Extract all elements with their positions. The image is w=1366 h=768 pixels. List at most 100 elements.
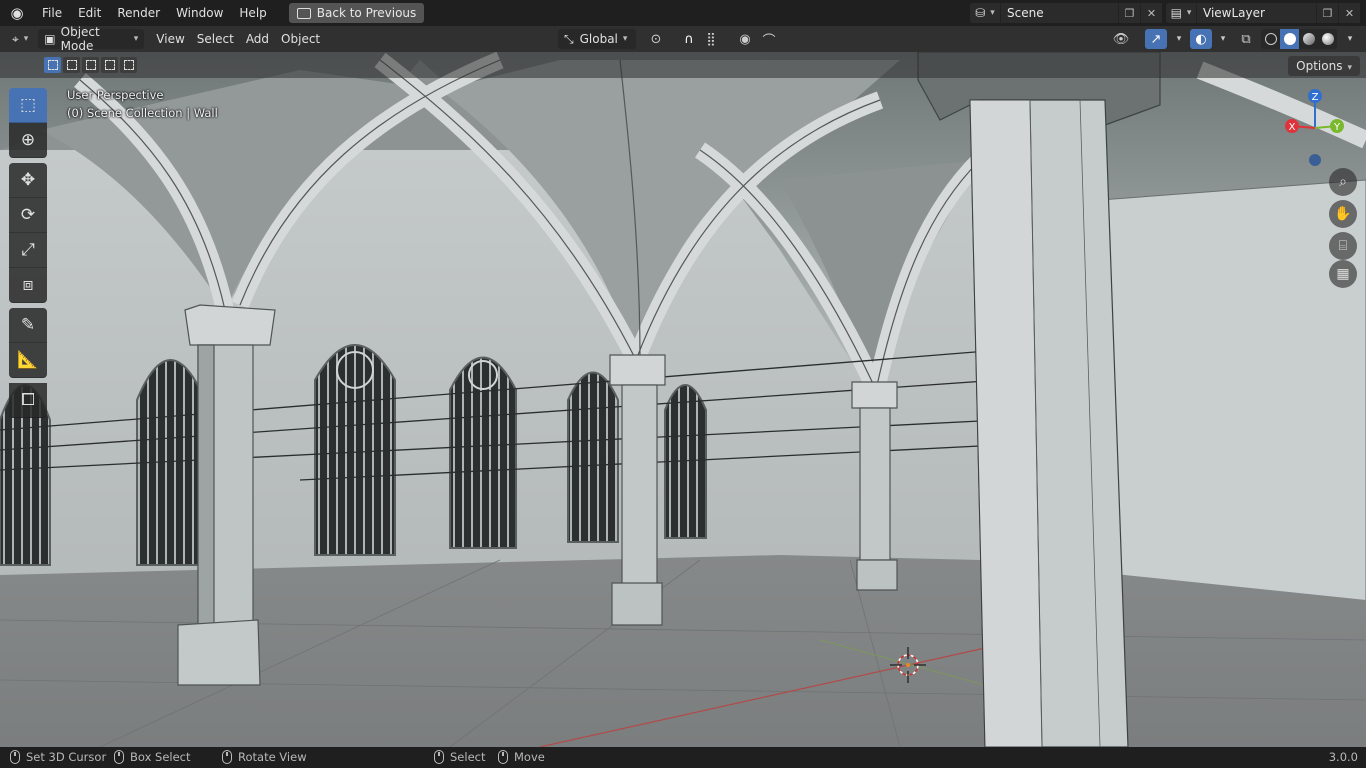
status-move-label: Move — [514, 750, 545, 764]
back-to-previous-label: Back to Previous — [316, 6, 417, 20]
select-subtract-button[interactable] — [82, 57, 99, 73]
mode-dropdown[interactable]: ▣ Object Mode ▾ — [38, 25, 145, 53]
select-new-icon — [47, 60, 58, 70]
mouse-drag-icon — [498, 750, 508, 764]
rendered-shading-button[interactable] — [1318, 29, 1337, 49]
rotate-tool[interactable]: ⟳ — [9, 198, 47, 233]
mouse-middle-icon — [222, 750, 232, 764]
top-menu-bar: ◉ File Edit Render Window Help Back to P… — [0, 0, 1366, 26]
status-move: Move — [498, 750, 545, 764]
magnet-icon: ∩ — [684, 31, 694, 47]
view-layer-icon: ▤ — [1170, 6, 1182, 20]
transform-icon: ⧈ — [22, 275, 34, 295]
camera-view-button[interactable]: ⌸ — [1329, 232, 1357, 260]
menu-edit[interactable]: Edit — [70, 0, 109, 26]
proportional-edit-toggle[interactable]: ◉ — [734, 29, 756, 49]
move-tool[interactable]: ✥ — [9, 163, 47, 198]
pivot-point-button[interactable]: ⊙ — [645, 29, 667, 49]
pivot-icon: ⊙ — [650, 31, 662, 47]
menu-file[interactable]: File — [34, 0, 70, 26]
gizmo-options[interactable]: ▾ — [1168, 29, 1190, 49]
cursor-tool[interactable]: ⊕ — [9, 123, 47, 158]
scene-selector: ⛁ ▾ Scene ❐ ✕ — [970, 3, 1162, 23]
orientation-icon: ⤡ — [564, 31, 574, 46]
chevron-down-icon: ▾ — [1176, 34, 1182, 44]
scene-new-button[interactable]: ❐ — [1118, 3, 1140, 23]
view-layer-delete-button[interactable]: ✕ — [1338, 3, 1360, 23]
select-box-icon: ⬚ — [19, 95, 37, 115]
select-intersect-button[interactable] — [120, 57, 137, 73]
select-box-tool[interactable]: ⬚ — [9, 88, 47, 123]
gizmo-z-label: Z — [1312, 92, 1319, 103]
visibility-button[interactable]: 👁 — [1110, 29, 1132, 49]
copy-icon: ❐ — [1322, 6, 1333, 20]
falloff-button[interactable]: ⌒ — [758, 29, 780, 49]
view-layer-browse-button[interactable]: ▤ ▾ — [1166, 3, 1196, 23]
gizmo-neg-z-axis[interactable] — [1309, 154, 1321, 166]
3d-viewport[interactable]: Options ▾ User Perspective (0) Scene Coll… — [0, 52, 1366, 747]
gizmo-icon: ↗ — [1150, 31, 1162, 47]
status-bar: Set 3D Cursor Box Select Rotate View Sel… — [0, 747, 1366, 768]
xray-toggle[interactable]: ⧉ — [1235, 29, 1257, 49]
menu-add[interactable]: Add — [240, 29, 275, 49]
menu-view[interactable]: View — [150, 29, 190, 49]
rotate-icon: ⟳ — [20, 205, 36, 225]
add-cube-tool[interactable]: ⧠ — [9, 383, 47, 418]
perspective-toggle-button[interactable]: ▦ — [1329, 260, 1357, 288]
navigation-gizmo[interactable]: Z X Y — [1282, 88, 1352, 168]
solid-shading-button[interactable] — [1280, 29, 1299, 49]
status-rotate-view: Rotate View — [222, 750, 307, 764]
snap-grid-icon: ⣿ — [706, 31, 716, 47]
menu-select[interactable]: Select — [191, 29, 240, 49]
back-to-previous-button[interactable]: Back to Previous — [288, 3, 425, 23]
rendered-icon — [1321, 33, 1334, 45]
select-extend-icon — [66, 60, 77, 70]
snap-target-button[interactable]: ⣿ — [700, 29, 722, 49]
annotate-tool[interactable]: ✎ — [9, 308, 47, 343]
annotate-pencil-icon: ✎ — [20, 315, 36, 335]
scale-tool[interactable]: ⤢ — [9, 233, 47, 268]
wireframe-shading-button[interactable] — [1261, 29, 1280, 49]
blender-logo-icon[interactable]: ◉ — [0, 0, 34, 26]
transform-tool[interactable]: ⧈ — [9, 268, 47, 303]
overlay-toggle[interactable]: ◐ — [1190, 29, 1212, 49]
add-cube-icon: ⧠ — [21, 390, 35, 410]
mouse-drag-icon — [114, 750, 124, 764]
mouse-left-icon — [434, 750, 444, 764]
snap-toggle[interactable]: ∩ — [678, 29, 700, 49]
grid-icon: ▦ — [1336, 266, 1350, 282]
editor-type-button[interactable]: ⌖ ▾ — [6, 29, 34, 49]
menu-help[interactable]: Help — [231, 0, 274, 26]
select-extend-button[interactable] — [63, 57, 80, 73]
tool-shelf: ⬚ ⊕ ✥ ⟳ ⤢ ⧈ ✎ 📐 ⧠ — [9, 88, 47, 418]
status-set-cursor-label: Set 3D Cursor — [26, 750, 107, 764]
cursor-icon: ⊕ — [20, 130, 36, 150]
zoom-button[interactable]: ⌕ — [1329, 168, 1357, 196]
scene-name-field[interactable]: Scene — [1000, 3, 1118, 23]
menu-object[interactable]: Object — [275, 29, 326, 49]
status-rotate-view-label: Rotate View — [238, 750, 307, 764]
status-select: Select — [434, 750, 485, 764]
view-layer-new-button[interactable]: ❐ — [1316, 3, 1338, 23]
gizmo-x-label: X — [1289, 122, 1296, 133]
measure-tool[interactable]: 📐 — [9, 343, 47, 378]
options-dropdown[interactable]: Options ▾ — [1288, 56, 1360, 76]
overlay-options[interactable]: ▾ — [1212, 29, 1234, 49]
scene-delete-button[interactable]: ✕ — [1140, 3, 1162, 23]
select-invert-button[interactable] — [101, 57, 118, 73]
select-invert-icon — [104, 60, 115, 70]
shading-options[interactable]: ▾ — [1339, 29, 1361, 49]
chevron-down-icon: ▾ — [1220, 34, 1226, 44]
menu-window[interactable]: Window — [168, 0, 231, 26]
xray-icon: ⧉ — [1241, 31, 1251, 47]
pan-button[interactable]: ✋ — [1329, 200, 1357, 228]
object-mode-icon: ▣ — [44, 32, 56, 46]
material-shading-button[interactable] — [1299, 29, 1318, 49]
back-icon — [296, 7, 311, 19]
scene-browse-button[interactable]: ⛁ ▾ — [970, 3, 1000, 23]
menu-render[interactable]: Render — [109, 0, 168, 26]
transform-orientation-dropdown[interactable]: ⤡ Global ▾ — [558, 29, 636, 49]
select-new-button[interactable] — [44, 57, 61, 73]
view-layer-name-field[interactable]: ViewLayer — [1196, 3, 1316, 23]
gizmo-toggle[interactable]: ↗ — [1145, 29, 1167, 49]
